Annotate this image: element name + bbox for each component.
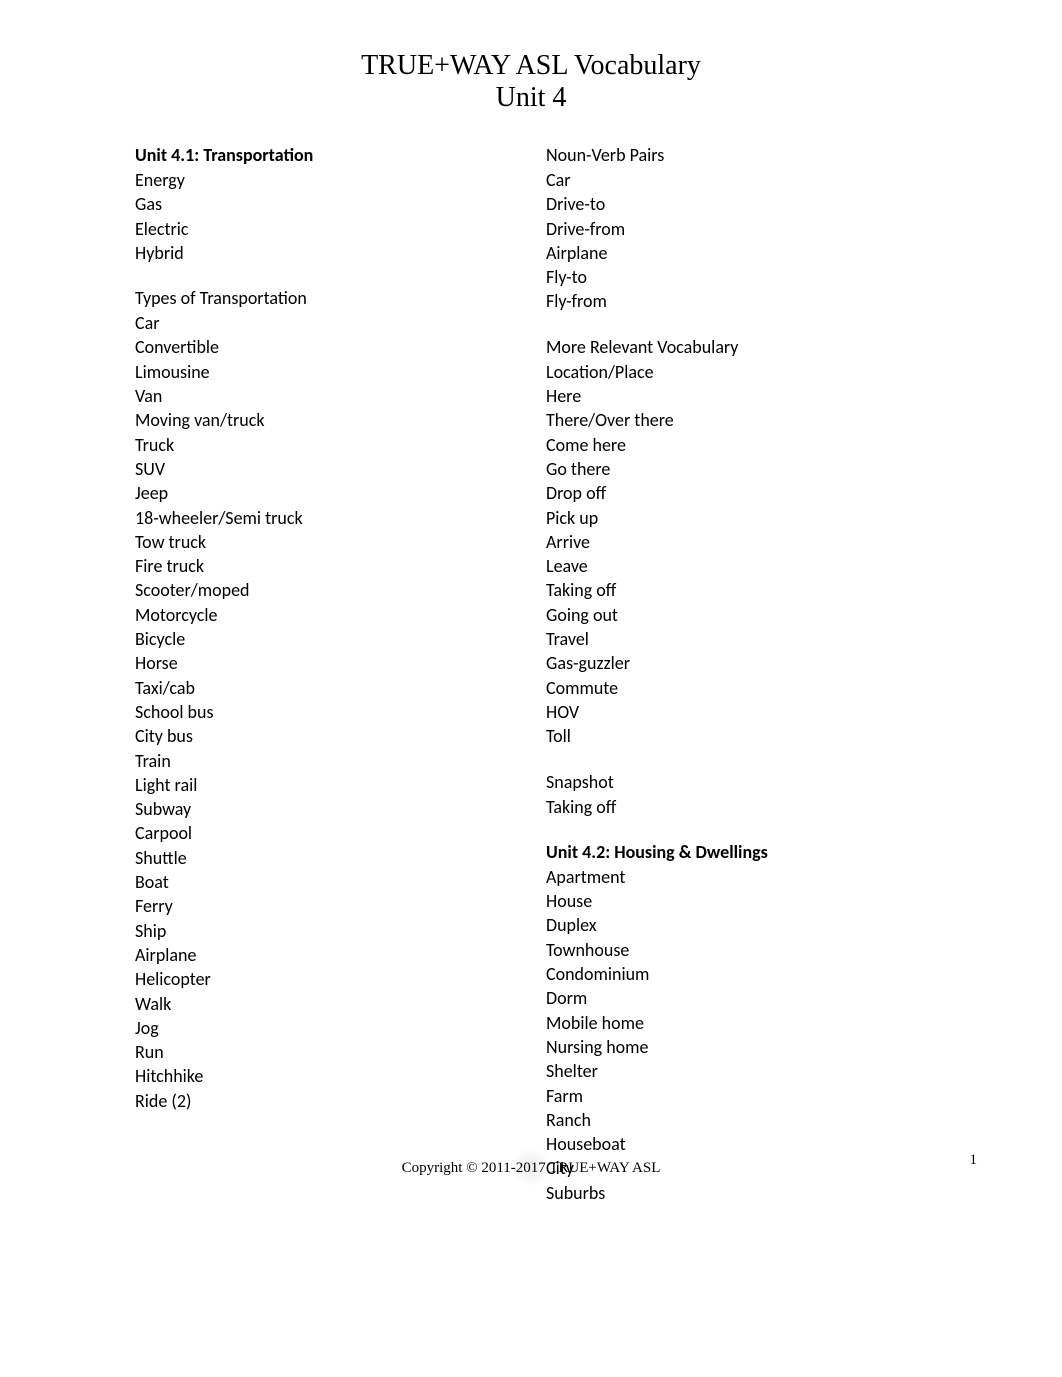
list-item: Come here (546, 433, 927, 457)
list-item: Go there (546, 457, 927, 481)
list-item: Convertible (135, 335, 516, 359)
list-item: Pick up (546, 506, 927, 530)
list-item: Van (135, 384, 516, 408)
list-item: Bicycle (135, 627, 516, 651)
list-item: Going out (546, 603, 927, 627)
list-item: Travel (546, 627, 927, 651)
types-heading: Types of Transportation (135, 287, 516, 309)
list-item: Condominium (546, 962, 927, 986)
list-item: Ranch (546, 1108, 927, 1132)
list-item: Motorcycle (135, 603, 516, 627)
list-item: Gas-guzzler (546, 651, 927, 675)
list-item: Jog (135, 1016, 516, 1040)
list-item: Houseboat (546, 1132, 927, 1156)
list-item: School bus (135, 700, 516, 724)
page-number: 1 (970, 1152, 978, 1169)
section-heading-housing: Unit 4.2: Housing & Dwellings (546, 841, 927, 863)
snapshot-heading: Snapshot (546, 771, 927, 793)
list-item: Tow truck (135, 530, 516, 554)
list-item: Truck (135, 433, 516, 457)
list-item: Subway (135, 797, 516, 821)
list-item: Ship (135, 919, 516, 943)
list-item: Helicopter (135, 967, 516, 991)
list-item: Dorm (546, 986, 927, 1010)
list-item: Apartment (546, 865, 927, 889)
list-item: Boat (135, 870, 516, 894)
document-subtitle: Unit 4 (135, 82, 927, 114)
list-item: Car (135, 311, 516, 335)
content-columns: Unit 4.1: Transportation EnergyGasElectr… (135, 144, 927, 1205)
list-item: Hitchhike (135, 1064, 516, 1088)
list-item: Leave (546, 554, 927, 578)
list-item: Fly-from (546, 289, 927, 313)
list-item: SUV (135, 457, 516, 481)
document-header: TRUE+WAY ASL Vocabulary Unit 4 (135, 50, 927, 114)
list-item: Jeep (135, 481, 516, 505)
list-item: Mobile home (546, 1011, 927, 1035)
list-item: Here (546, 384, 927, 408)
list-item: Location/Place (546, 360, 927, 384)
list-item: Airplane (546, 241, 927, 265)
noun-verb-heading: Noun-Verb Pairs (546, 144, 927, 166)
list-item: House (546, 889, 927, 913)
list-item: Taxi/cab (135, 676, 516, 700)
list-item: Ferry (135, 894, 516, 918)
list-item: Drive-to (546, 192, 927, 216)
list-item: Townhouse (546, 938, 927, 962)
list-item: Drop off (546, 481, 927, 505)
list-item: Taking off (546, 578, 927, 602)
list-item: Duplex (546, 913, 927, 937)
types-list: CarConvertibleLimousineVanMoving van/tru… (135, 311, 516, 1113)
list-item: 18-wheeler/Semi truck (135, 506, 516, 530)
list-item: Gas (135, 192, 516, 216)
housing-list: ApartmentHouseDuplexTownhouseCondominium… (546, 865, 927, 1205)
list-item: Fire truck (135, 554, 516, 578)
list-item: Shuttle (135, 846, 516, 870)
list-item: Horse (135, 651, 516, 675)
list-item: Suburbs (546, 1181, 927, 1205)
snapshot-list: Taking off (546, 795, 927, 819)
list-item: Commute (546, 676, 927, 700)
list-item: Light rail (135, 773, 516, 797)
noun-verb-list: CarDrive-toDrive-fromAirplaneFly-toFly-f… (546, 168, 927, 314)
list-item: Run (135, 1040, 516, 1064)
list-item: Limousine (135, 360, 516, 384)
list-item: Drive-from (546, 217, 927, 241)
list-item: Toll (546, 724, 927, 748)
list-item: Moving van/truck (135, 408, 516, 432)
document-title: TRUE+WAY ASL Vocabulary (135, 50, 927, 82)
list-item: Energy (135, 168, 516, 192)
list-item: There/Over there (546, 408, 927, 432)
list-item: Nursing home (546, 1035, 927, 1059)
list-item: Car (546, 168, 927, 192)
list-item: Shelter (546, 1059, 927, 1083)
right-column: Noun-Verb Pairs CarDrive-toDrive-fromAir… (546, 144, 927, 1205)
list-item: Hybrid (135, 241, 516, 265)
list-item: Scooter/moped (135, 578, 516, 602)
list-item: Taking off (546, 795, 927, 819)
list-item: Airplane (135, 943, 516, 967)
list-item: Carpool (135, 821, 516, 845)
energy-list: EnergyGasElectricHybrid (135, 168, 516, 265)
list-item: Train (135, 749, 516, 773)
list-item: Arrive (546, 530, 927, 554)
list-item: Ride (2) (135, 1089, 516, 1113)
list-item: Farm (546, 1084, 927, 1108)
footer-copyright: Copyright © 2011-2017 TRUE+WAY ASL (0, 1160, 1062, 1177)
list-item: Electric (135, 217, 516, 241)
left-column: Unit 4.1: Transportation EnergyGasElectr… (135, 144, 516, 1205)
more-vocab-list: Location/PlaceHereThere/Over thereCome h… (546, 360, 927, 749)
list-item: Fly-to (546, 265, 927, 289)
section-heading-transportation: Unit 4.1: Transportation (135, 144, 516, 166)
list-item: City bus (135, 724, 516, 748)
list-item: Walk (135, 992, 516, 1016)
more-vocab-heading: More Relevant Vocabulary (546, 336, 927, 358)
list-item: HOV (546, 700, 927, 724)
